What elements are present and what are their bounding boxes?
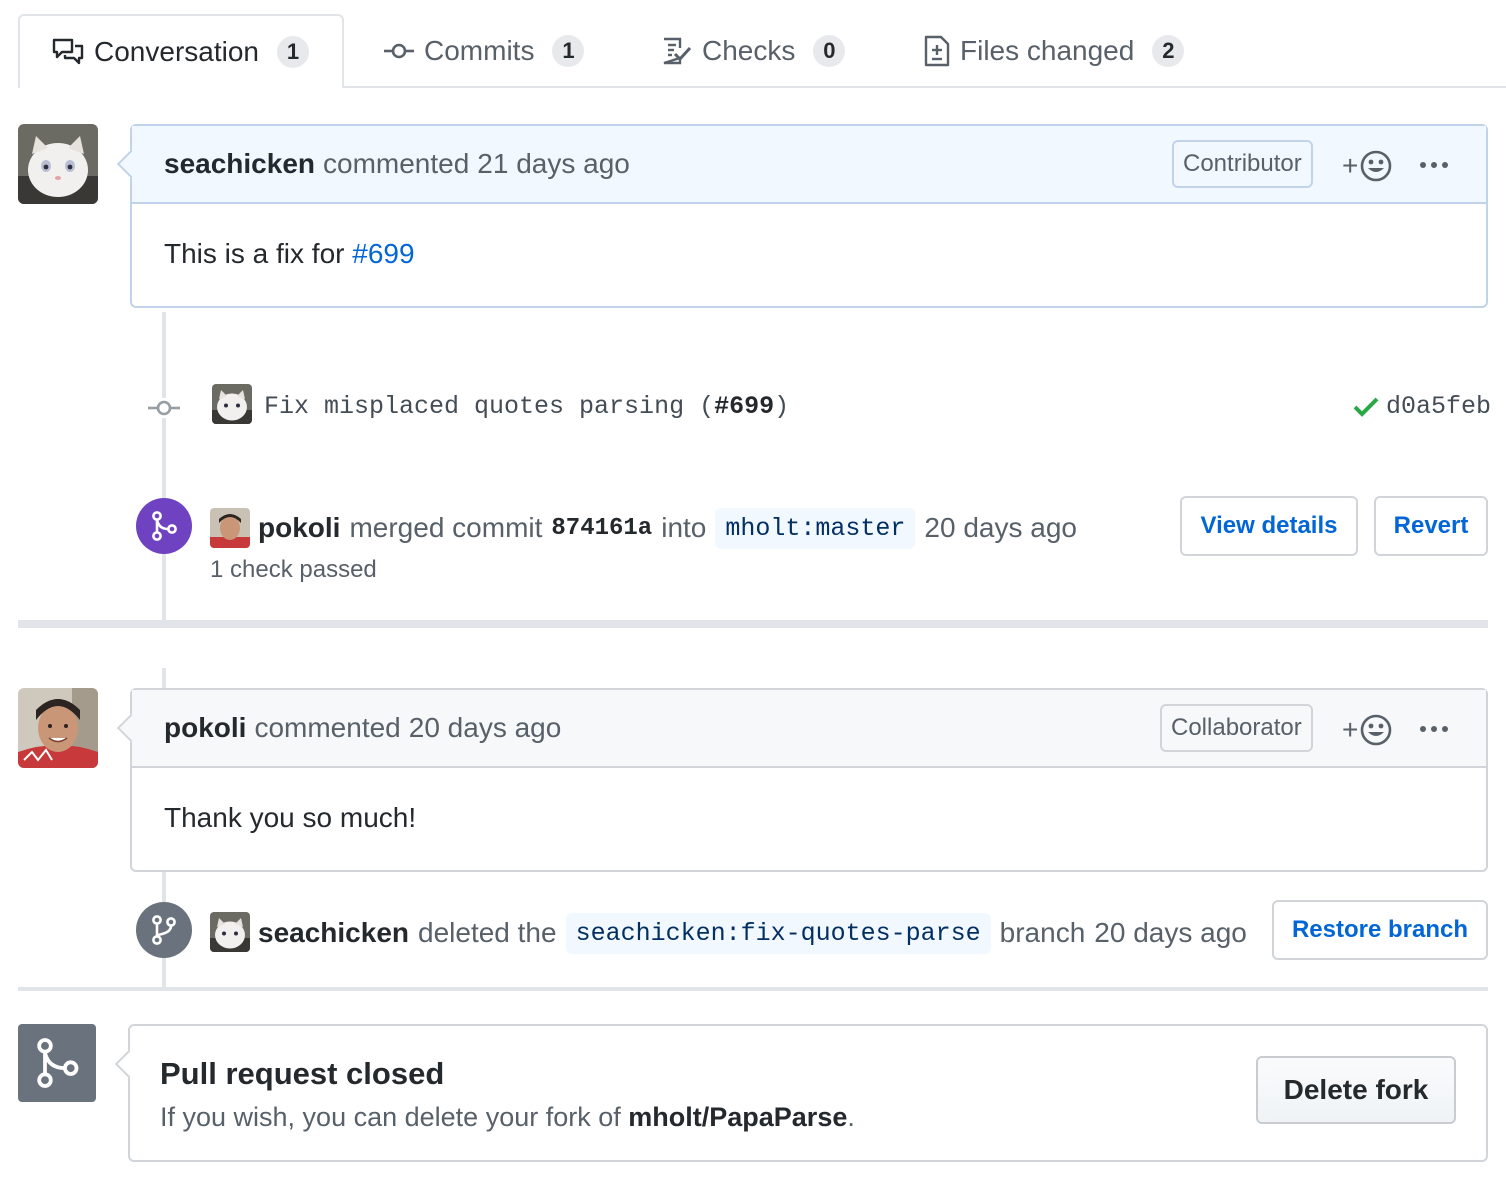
merge-action: merged commit	[349, 512, 543, 543]
commit-message-text: Fix misplaced quotes parsing (	[264, 392, 715, 421]
commit-sha[interactable]: d0a5feb	[1386, 392, 1491, 421]
tab-commits[interactable]: Commits 1	[384, 14, 585, 88]
merge-into-label: into	[661, 512, 707, 543]
avatar[interactable]	[18, 688, 98, 768]
tab-counter: 2	[1152, 35, 1185, 67]
comment-discussion-icon	[52, 38, 84, 65]
merge-actor[interactable]: pokoli	[258, 512, 340, 544]
comment-card: pokoli commented 20 days ago Collaborato…	[130, 688, 1488, 872]
view-details-button[interactable]: View details	[1180, 496, 1358, 556]
comment-action: commented	[254, 712, 401, 743]
merged-badge	[136, 498, 192, 554]
avatar[interactable]	[212, 384, 252, 424]
pr-closed-description: If you wish, you can delete your fork of…	[160, 1102, 855, 1133]
pr-closed-panel: Pull request closed If you wish, you can…	[128, 1024, 1488, 1162]
tab-label: Commits	[424, 35, 535, 66]
role-badge: Contributor	[1172, 140, 1313, 188]
tab-conversation[interactable]: Conversation 1	[18, 14, 344, 88]
comment-timestamp[interactable]: 20 days ago	[409, 712, 562, 744]
checks-status[interactable]: 1 check passed	[210, 556, 377, 584]
commit-message-suffix: )	[774, 392, 790, 421]
avatar[interactable]	[210, 912, 250, 952]
checklist-icon	[663, 37, 692, 65]
comment-action: commented	[323, 148, 470, 179]
timeline-separator	[18, 987, 1488, 991]
seachicken-avatar-image	[212, 384, 252, 424]
issue-link[interactable]: #699	[352, 238, 414, 269]
delete-timestamp[interactable]: 20 days ago	[1094, 917, 1247, 949]
merge-commit-sha[interactable]: 874161a	[551, 515, 652, 542]
smiley-icon	[1361, 150, 1392, 182]
pr-closed-desc-text: If you wish, you can delete your fork of	[160, 1102, 621, 1132]
comment-author[interactable]: pokoli	[164, 712, 246, 744]
tab-files-changed[interactable]: Files changed 2	[924, 14, 1185, 88]
avatar[interactable]	[210, 508, 250, 548]
add-reaction-button[interactable]: +	[1342, 714, 1392, 746]
seachicken-avatar-image	[210, 912, 250, 952]
tab-label: Files changed	[960, 35, 1135, 66]
branch-delete-event-text: seachicken deleted the seachicken:fix-qu…	[258, 910, 1247, 956]
smiley-icon	[1361, 714, 1392, 746]
more-options-icon[interactable]	[1420, 714, 1448, 744]
git-merge-icon	[37, 1038, 79, 1088]
timeline-line	[162, 668, 166, 688]
comment-timestamp[interactable]: 21 days ago	[477, 148, 630, 180]
deleted-branch[interactable]: seachicken:fix-quotes-parse	[565, 912, 991, 954]
file-diff-icon	[924, 35, 950, 67]
seachicken-avatar-image	[18, 124, 98, 204]
avatar[interactable]	[18, 124, 98, 204]
comment-author[interactable]: seachicken	[164, 148, 315, 180]
role-badge: Collaborator	[1160, 704, 1313, 752]
timeline-line	[162, 312, 166, 622]
pokoli-avatar-image	[18, 688, 98, 768]
git-merge-icon	[152, 511, 177, 541]
comment-header: seachicken commented 21 days ago Contrib…	[132, 126, 1486, 204]
check-icon[interactable]	[1353, 396, 1379, 418]
tab-counter: 1	[276, 36, 309, 68]
merge-timestamp[interactable]: 20 days ago	[924, 512, 1077, 544]
tab-checks[interactable]: Checks 0	[662, 14, 846, 88]
pr-closed-badge	[18, 1024, 96, 1102]
comment-text: This is a fix for	[164, 238, 345, 269]
branch-deleted-badge	[136, 902, 192, 958]
commit-issue-ref[interactable]: #699	[714, 392, 774, 421]
more-options-icon[interactable]	[1420, 150, 1448, 180]
git-branch-icon	[152, 915, 176, 945]
comment-card: seachicken commented 21 days ago Contrib…	[130, 124, 1488, 308]
comment-body: This is a fix for #699	[164, 238, 415, 270]
merge-event-text: pokoli merged commit 874161a into mholt:…	[258, 507, 1077, 549]
restore-branch-button[interactable]: Restore branch	[1272, 900, 1488, 960]
tab-label: Conversation	[94, 36, 259, 67]
git-commit-icon	[148, 398, 180, 418]
pr-closed-desc-suffix: .	[847, 1102, 855, 1132]
delete-suffix: branch	[999, 917, 1086, 948]
delete-action: deleted the	[418, 917, 557, 948]
tab-counter: 1	[552, 35, 585, 67]
fork-repo-name: mholt/PapaParse	[628, 1102, 848, 1132]
timeline-separator	[18, 620, 1488, 628]
revert-button[interactable]: Revert	[1374, 496, 1488, 556]
tab-label: Checks	[702, 35, 796, 66]
git-commit-icon	[384, 43, 414, 59]
comment-header: pokoli commented 20 days ago Collaborato…	[132, 690, 1486, 768]
pr-closed-title: Pull request closed	[160, 1056, 445, 1091]
comment-body: Thank you so much!	[164, 802, 417, 833]
add-reaction-button[interactable]: +	[1342, 150, 1392, 182]
tab-counter: 0	[813, 35, 846, 67]
target-branch[interactable]: mholt:master	[715, 507, 916, 549]
delete-fork-button[interactable]: Delete fork	[1256, 1056, 1456, 1124]
delete-actor[interactable]: seachicken	[258, 917, 409, 949]
commit-message[interactable]: Fix misplaced quotes parsing (#699)	[264, 392, 789, 421]
pokoli-avatar-image	[210, 508, 250, 548]
